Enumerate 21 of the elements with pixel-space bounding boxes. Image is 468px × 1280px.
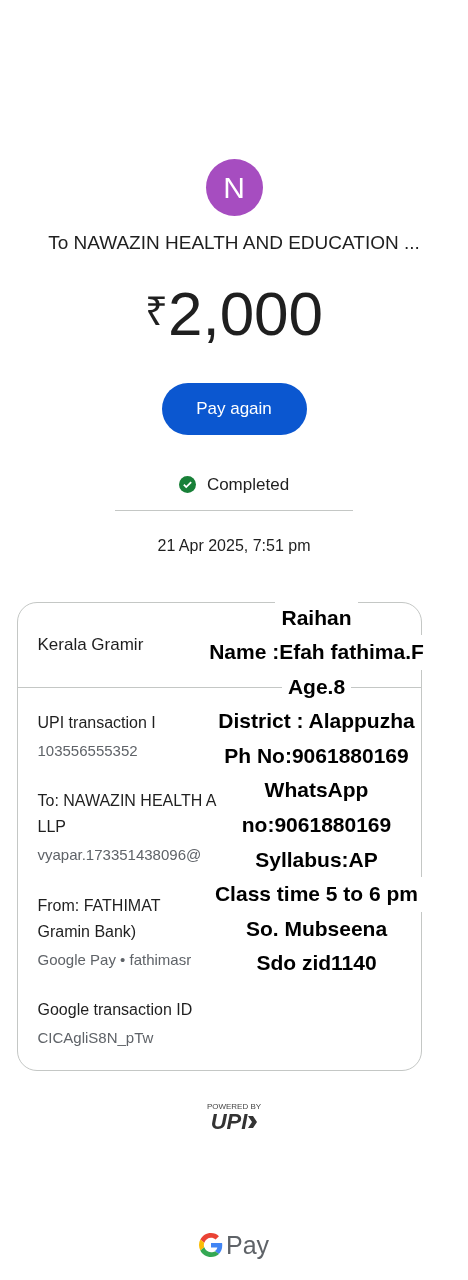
- avatar: N: [205, 159, 263, 216]
- amount: 2,000: [167, 283, 324, 345]
- upi-caption: POWERED BY: [206, 1101, 262, 1111]
- upi-logo: UPI: [210, 1110, 248, 1133]
- detail-label: From: FATHIMAT Gramin Bank): [37, 895, 161, 942]
- bank-name: Kerala Gramir: [37, 633, 144, 656]
- status-label: Completed: [206, 474, 290, 496]
- currency-symbol: ₹: [144, 291, 168, 331]
- brand-name: Pay: [225, 1229, 270, 1261]
- pay-again-button[interactable]: Pay again: [161, 383, 307, 435]
- date-time: 21 Apr 2025, 7:51 pm: [157, 535, 311, 556]
- detail-label: To: NAWAZIN HEALTH A LLP: [37, 791, 217, 837]
- detail-value: 103556555352: [37, 740, 138, 761]
- payee-title: To NAWAZIN HEALTH AND EDUCATION ...: [48, 231, 420, 255]
- chevron-icon: [248, 1114, 258, 1129]
- detail-label: UPI transaction I: [37, 712, 156, 733]
- detail-value: Google Pay • fathimasr: [37, 949, 192, 970]
- detail-label: Google transaction ID: [37, 1000, 193, 1020]
- google-g-icon: [198, 1233, 223, 1258]
- detail-value: vyapar.173351438096@: [37, 845, 202, 865]
- detail-value: CICAgliS8N_pTw: [37, 1028, 154, 1048]
